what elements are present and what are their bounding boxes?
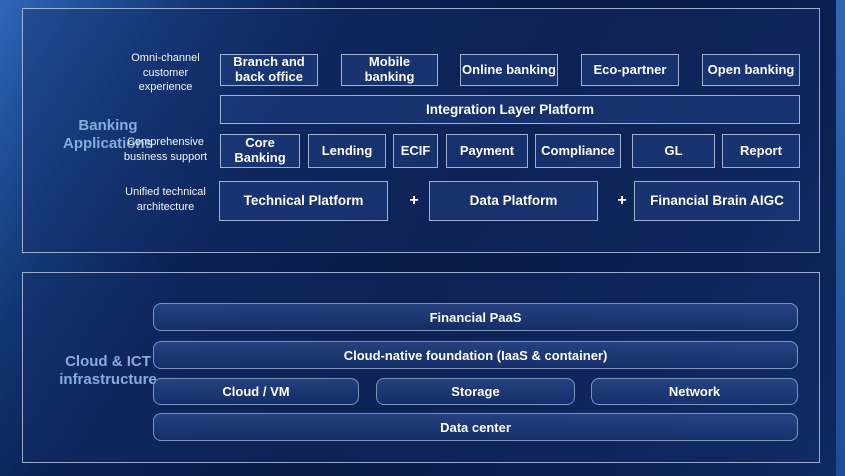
- box-lending: Lending: [308, 134, 386, 168]
- plus-sign: +: [399, 181, 429, 221]
- row-label-omni-channel: Omni-channel customer experience: [118, 51, 213, 95]
- box-gl: GL: [632, 134, 715, 168]
- box-data-platform: Data Platform: [429, 181, 598, 221]
- box-branch-back-office: Branch and back office: [220, 54, 318, 86]
- box-open-banking: Open banking: [702, 54, 800, 86]
- box-storage: Storage: [376, 378, 575, 405]
- box-cloud-native-foundation: Cloud-native foundation (IaaS & containe…: [153, 341, 798, 369]
- box-online-banking: Online banking: [460, 54, 558, 86]
- box-data-center: Data center: [153, 413, 798, 441]
- box-eco-partner: Eco-partner: [581, 54, 679, 86]
- box-report: Report: [722, 134, 800, 168]
- box-core-banking: Core Banking: [220, 134, 300, 168]
- box-payment: Payment: [446, 134, 528, 168]
- plus-sign: +: [607, 181, 637, 221]
- row-label-unified-architecture: Unified technical architecture: [118, 185, 213, 214]
- banking-applications-panel: Banking Applications Omni-channel custom…: [22, 8, 820, 253]
- box-compliance: Compliance: [535, 134, 621, 168]
- box-financial-paas: Financial PaaS: [153, 303, 798, 331]
- integration-layer-platform-bar: Integration Layer Platform: [220, 95, 800, 124]
- box-cloud-vm: Cloud / VM: [153, 378, 359, 405]
- background-highlight-band: [836, 0, 845, 476]
- cloud-ict-panel: Cloud & ICT infrastructure Financial Paa…: [22, 272, 820, 463]
- box-mobile-banking: Mobile banking: [341, 54, 438, 86]
- row-label-business-support: Comprehensive business support: [118, 135, 213, 164]
- box-network: Network: [591, 378, 798, 405]
- box-financial-brain-aigc: Financial Brain AIGC: [634, 181, 800, 221]
- box-ecif: ECIF: [393, 134, 438, 168]
- box-technical-platform: Technical Platform: [219, 181, 388, 221]
